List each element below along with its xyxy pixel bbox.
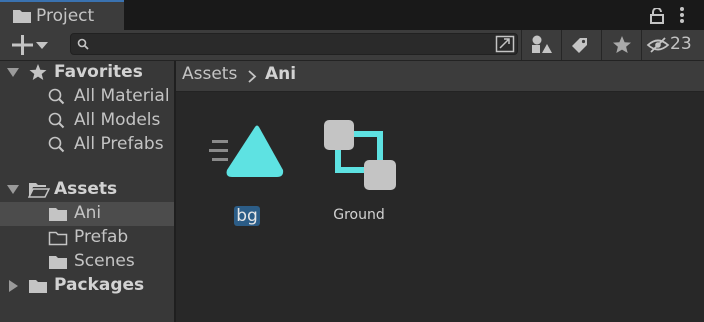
- folder-icon: [49, 256, 67, 269]
- chevron-down-icon: [36, 42, 48, 49]
- breadcrumb-item-ani[interactable]: Ani: [265, 64, 296, 84]
- folder-open-icon: [28, 183, 50, 198]
- chevron-down-icon[interactable]: [7, 68, 19, 78]
- kebab-menu-icon[interactable]: [679, 6, 685, 24]
- tree-item-all-prefabs[interactable]: All Prefabs: [0, 133, 174, 157]
- tab-title: Project: [36, 6, 95, 26]
- tree-item-label: Ani: [74, 203, 102, 223]
- folder-icon: [29, 280, 47, 293]
- asset-label-bg[interactable]: bg: [234, 206, 260, 226]
- tree-item-label: Favorites: [54, 62, 143, 82]
- tree-item-favorites[interactable]: Favorites: [0, 61, 174, 85]
- tree-item-label: Scenes: [74, 251, 135, 271]
- tag-icon: [572, 38, 587, 53]
- tree-item-packages[interactable]: Packages: [0, 274, 174, 298]
- tree-item-ani[interactable]: Ani: [0, 202, 174, 226]
- search-input[interactable]: [70, 33, 518, 55]
- tree-item-assets[interactable]: Assets: [0, 178, 174, 202]
- chevron-down-icon[interactable]: [7, 185, 19, 195]
- search-icon: [48, 112, 65, 129]
- chevron-right-icon: [248, 70, 257, 83]
- type-filter-button[interactable]: [522, 30, 562, 60]
- tree-item-label: Packages: [54, 275, 145, 295]
- animator-controller-icon[interactable]: [206, 124, 286, 182]
- tree-item-prefab[interactable]: Prefab: [0, 226, 174, 250]
- lock-icon[interactable]: [650, 8, 664, 24]
- breadcrumb-item-assets[interactable]: Assets: [182, 64, 237, 84]
- hidden-packages-button[interactable]: 23: [642, 30, 704, 60]
- chevron-right-icon[interactable]: [9, 280, 19, 292]
- breadcrumb: Assets Ani: [176, 61, 704, 92]
- asset-label-ground[interactable]: Ground: [322, 207, 396, 223]
- create-button[interactable]: [6, 33, 54, 57]
- search-icon: [48, 136, 65, 153]
- tree-item-scenes[interactable]: Scenes: [0, 250, 174, 274]
- star-icon: [613, 36, 631, 53]
- search-icon: [48, 88, 65, 105]
- eye-slash-icon: [646, 37, 670, 53]
- folder-icon: [13, 10, 31, 23]
- tree-item-label: Prefab: [74, 227, 129, 247]
- folder-tree: Favorites All Material All Models All Pr…: [0, 61, 174, 322]
- tree-item-all-models[interactable]: All Models: [0, 109, 174, 133]
- star-icon: [29, 64, 47, 80]
- tree-item-label: All Prefabs: [74, 134, 164, 154]
- tree-item-label: All Models: [74, 110, 161, 130]
- label-filter-button[interactable]: [562, 30, 602, 60]
- animation-clip-icon[interactable]: [322, 118, 398, 192]
- tree-item-all-materials[interactable]: All Material: [0, 85, 174, 109]
- folder-icon: [49, 208, 67, 221]
- tree-item-label: Assets: [54, 179, 118, 199]
- favorite-filter-button[interactable]: [602, 30, 642, 60]
- folder-outline-icon: [48, 231, 68, 246]
- tree-item-label: All Material: [74, 86, 170, 106]
- hidden-packages-count: 23: [670, 34, 692, 54]
- search-mode-icon[interactable]: [495, 35, 515, 53]
- search-icon: [77, 38, 89, 50]
- shapes-icon: [532, 35, 552, 53]
